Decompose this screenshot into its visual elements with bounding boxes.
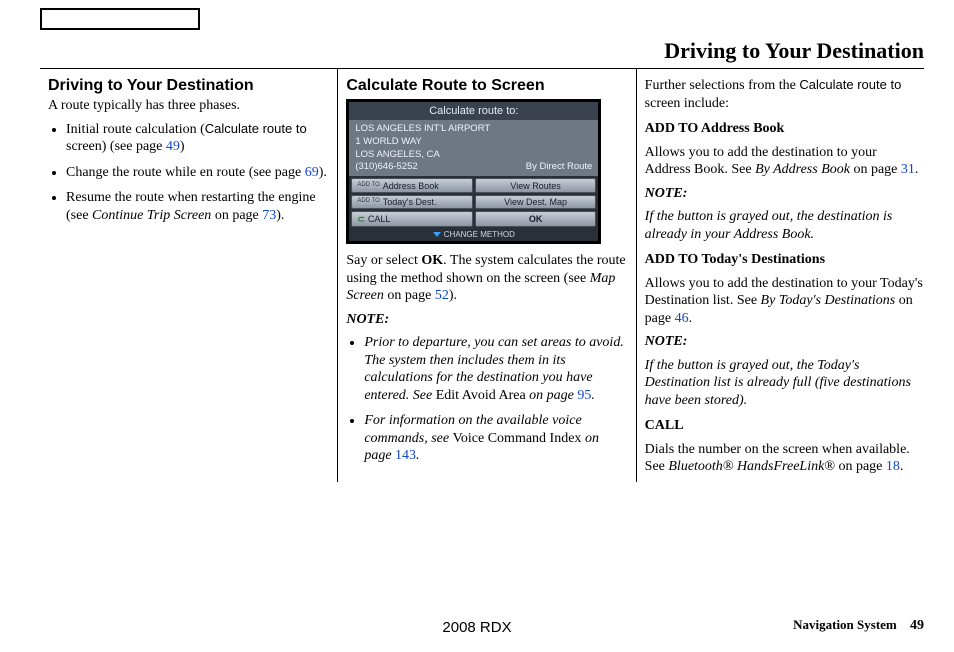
list-item: Initial route calculation (Calculate rou… (66, 121, 327, 156)
section-text: Allows you to add the destination to you… (645, 144, 924, 179)
page-ref[interactable]: 95 (577, 388, 591, 403)
page-number: 49 (910, 618, 924, 633)
page-ref[interactable]: 46 (675, 311, 689, 326)
note-heading: NOTE: (645, 185, 924, 203)
text-roman: Edit Avoid Area (436, 388, 526, 403)
triangle-down-icon (433, 232, 441, 237)
text: ). (276, 208, 284, 223)
text-italic: By Today's Destinations (761, 293, 896, 308)
screenshot-title: Calculate route to: (349, 102, 598, 120)
screenshot-buttons: ADD TO Address Book View Routes ADD TO Tod… (349, 176, 598, 229)
page-ref[interactable]: 143 (395, 448, 416, 463)
screenshot-line: 1 WORLD WAY (355, 136, 592, 149)
section-heading: CALL (645, 417, 924, 435)
text: . (689, 311, 693, 326)
screenshot-btn-view-routes: View Routes (475, 178, 597, 193)
text-italic: Continue Trip Screen (92, 208, 211, 223)
section-heading: ADD TO Today's Destinations (645, 251, 924, 269)
page-ref[interactable]: 49 (166, 139, 180, 154)
call-icon: ⊂ (357, 214, 365, 225)
text: ). (449, 288, 457, 303)
text: ). (319, 165, 327, 180)
btn-label: Address Book (383, 181, 439, 191)
text: Further selections from the (645, 78, 800, 93)
text: . (416, 448, 420, 463)
screenshot-btn-ok: OK (475, 211, 597, 227)
text: on page (850, 162, 901, 177)
note-list: Prior to departure, you can set areas to… (346, 334, 625, 465)
screenshot-btn-address-book: ADD TO Address Book (351, 178, 473, 193)
text: . (915, 162, 919, 177)
screenshot-btn-view-dest-map: View Dest. Map (475, 195, 597, 210)
btn-label: Today's Dest. (383, 197, 437, 207)
top-empty-box (40, 8, 200, 30)
footer-pager: Navigation System 49 (793, 617, 924, 634)
text: Initial route calculation ( (66, 122, 205, 137)
screenshot-route: By Direct Route (526, 161, 593, 174)
list-item: For information on the available voice c… (364, 412, 625, 465)
text: Change the route while en route (see pag… (66, 165, 305, 180)
section-text: Dials the number on the screen when avai… (645, 441, 924, 476)
col2-heading: Calculate Route to Screen (346, 77, 625, 95)
page-ref[interactable]: 31 (901, 162, 915, 177)
column-1: Driving to Your Destination A route typi… (40, 69, 338, 482)
btn-prefix: ADD TO (357, 199, 379, 204)
col3-intro: Further selections from the Calculate ro… (645, 77, 924, 112)
page-ref[interactable]: 52 (435, 288, 449, 303)
btn-prefix: ADD TO (357, 183, 379, 188)
text: on page (526, 388, 578, 403)
text-italic: By Address Book (755, 162, 850, 177)
text: . (591, 388, 595, 403)
list-item: Resume the route when restarting the eng… (66, 189, 327, 224)
btn-label: CALL (368, 214, 391, 224)
screenshot-btn-todays-dest: ADD TO Today's Dest. (351, 195, 473, 210)
text: . (900, 459, 904, 474)
screenshot-footer: CHANGE METHOD (349, 229, 598, 241)
note-text: If the button is grayed out, the destina… (645, 208, 924, 243)
column-2: Calculate Route to Screen Calculate rout… (338, 69, 636, 482)
page-title: Driving to Your Destination (40, 38, 924, 69)
text: on page (211, 208, 262, 223)
screenshot-btn-call: ⊂CALL (351, 211, 473, 227)
column-3: Further selections from the Calculate ro… (637, 69, 924, 482)
page-ref[interactable]: 69 (305, 165, 319, 180)
section-heading: ADD TO Address Book (645, 120, 924, 138)
text: on page (835, 459, 886, 474)
page-ref[interactable]: 18 (886, 459, 900, 474)
text: screen) (see page (66, 139, 166, 154)
col1-list: Initial route calculation (Calculate rou… (48, 121, 327, 225)
footer-model: 2008 RDX (442, 619, 511, 636)
text: ) (180, 139, 185, 154)
section-text: Allows you to add the destination to you… (645, 275, 924, 328)
note-heading: NOTE: (346, 311, 625, 329)
col1-intro: A route typically has three phases. (48, 97, 327, 115)
text-bold: OK (421, 253, 443, 268)
col2-paragraph: Say or select OK. The system calculates … (346, 252, 625, 305)
screenshot-line: LOS ANGELES, CA (355, 149, 592, 162)
note-text: If the button is grayed out, the Today's… (645, 357, 924, 410)
footer-label: Navigation System (793, 617, 897, 632)
text-italic: Bluetooth® HandsFreeLink® (668, 459, 835, 474)
screenshot-footer-text: CHANGE METHOD (444, 230, 515, 239)
note-heading: NOTE: (645, 333, 924, 351)
list-item: Prior to departure, you can set areas to… (364, 334, 625, 404)
content-columns: Driving to Your Destination A route typi… (40, 69, 924, 482)
list-item: Change the route while en route (see pag… (66, 164, 327, 182)
text-sans: Calculate route to (205, 121, 307, 136)
nav-screenshot: Calculate route to: LOS ANGELES INT'L AI… (346, 99, 601, 244)
text: on page (384, 288, 435, 303)
text-sans: Calculate route to (799, 77, 901, 92)
text: Say or select (346, 253, 421, 268)
screenshot-line: LOS ANGELES INT'L AIRPORT (355, 123, 592, 136)
screenshot-body: LOS ANGELES INT'L AIRPORT 1 WORLD WAY LO… (349, 120, 598, 176)
page-ref[interactable]: 73 (262, 208, 276, 223)
col1-heading: Driving to Your Destination (48, 77, 327, 95)
text-roman: Voice Command Index (453, 431, 582, 446)
text: screen include: (645, 96, 729, 111)
